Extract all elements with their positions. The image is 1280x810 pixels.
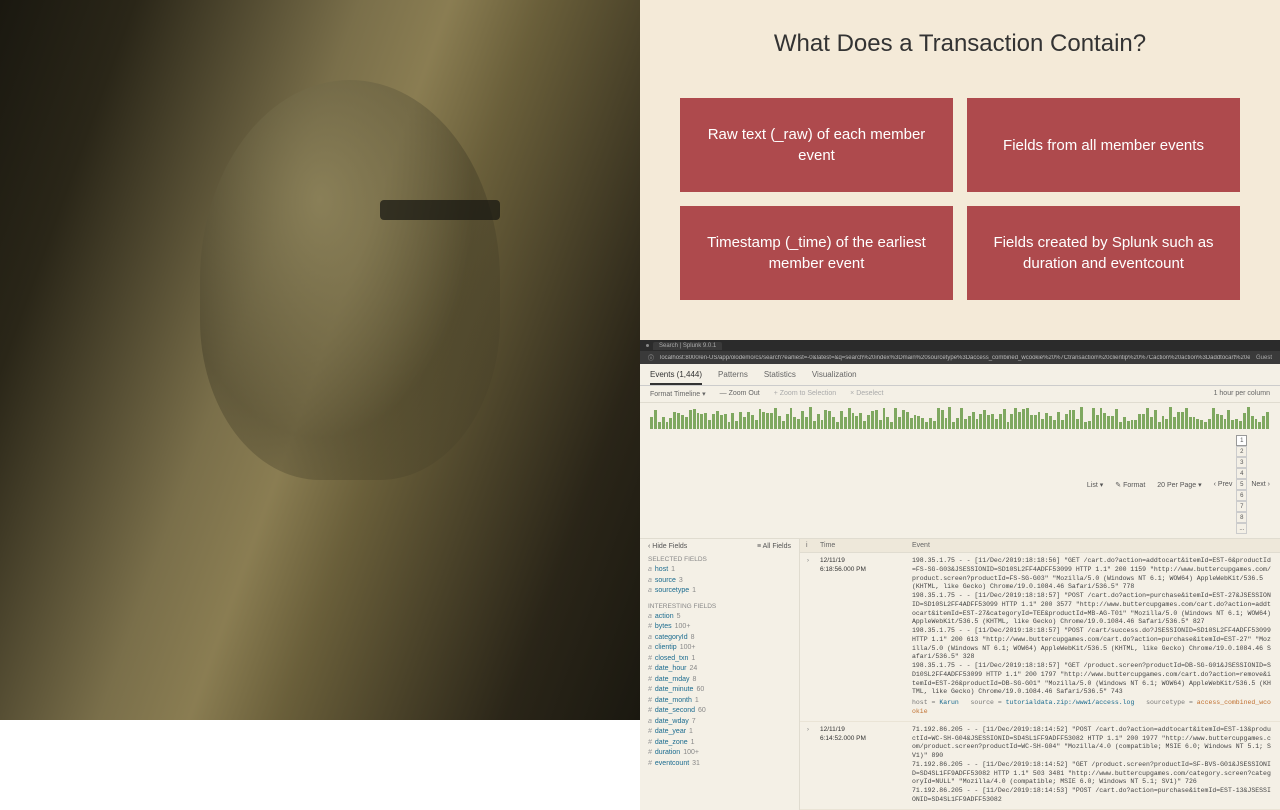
field-date_month[interactable]: # date_month 1: [648, 696, 791, 707]
field-clientip[interactable]: a clientip 100+: [648, 643, 791, 654]
tab-events[interactable]: Events (1,444): [650, 370, 702, 385]
browser-tab[interactable]: Search | Splunk 9.0.1: [653, 342, 722, 350]
per-page-button[interactable]: 20 Per Page ▾: [1157, 481, 1201, 489]
event-row[interactable]: ›12/11/196:18:56.000 PM198.35.1.75 - - […: [800, 553, 1280, 722]
zoom-selection-button[interactable]: + Zoom to Selection: [774, 390, 836, 398]
list-controls: List ▾ ✎ Format 20 Per Page ▾ ‹ Prev 123…: [640, 431, 1280, 539]
pager: ‹ Prev 12345678... Next ›: [1214, 435, 1270, 534]
format-timeline-button[interactable]: Format Timeline ▾: [650, 390, 706, 398]
interesting-fields-title: Interesting Fields: [648, 603, 791, 610]
browser-tab-bar: Search | Splunk 9.0.1: [640, 340, 1280, 351]
field-date_zone[interactable]: # date_zone 1: [648, 738, 791, 749]
all-fields-button[interactable]: ≡ All Fields: [757, 543, 791, 550]
next-button[interactable]: Next ›: [1251, 481, 1270, 488]
timeline-controls: Format Timeline ▾ — Zoom Out + Zoom to S…: [640, 386, 1280, 403]
field-duration[interactable]: # duration 100+: [648, 748, 791, 759]
card-timestamp: Timestamp (_time) of the earliest member…: [680, 206, 953, 300]
col-i[interactable]: i: [806, 542, 820, 549]
page-5[interactable]: 5: [1236, 479, 1247, 490]
guest-badge[interactable]: Guest: [1256, 355, 1272, 361]
timeline-chart[interactable]: [650, 407, 1270, 429]
field-date_minute[interactable]: # date_minute 60: [648, 685, 791, 696]
expand-icon[interactable]: ›: [806, 726, 820, 805]
col-time[interactable]: Time: [820, 542, 912, 549]
selected-fields-title: Selected Fields: [648, 556, 791, 563]
page-4[interactable]: 4: [1236, 468, 1247, 479]
field-eventcount[interactable]: # eventcount 31: [648, 759, 791, 770]
card-fields: Fields from all member events: [967, 98, 1240, 192]
presenter-photo: [0, 0, 640, 720]
field-closed_txn[interactable]: # closed_txn 1: [648, 654, 791, 665]
hide-fields-button[interactable]: ‹ Hide Fields: [648, 543, 687, 550]
result-tabs: Events (1,444) Patterns Statistics Visua…: [640, 364, 1280, 386]
field-date_wday[interactable]: a date_wday 7: [648, 717, 791, 728]
field-date_mday[interactable]: # date_mday 8: [648, 675, 791, 686]
list-mode-button[interactable]: List ▾: [1087, 481, 1103, 489]
field-date_year[interactable]: # date_year 1: [648, 727, 791, 738]
splunk-screenshot: Search | Splunk 9.0.1 ⓘ localhost:8000/e…: [640, 340, 1280, 810]
field-categoryId[interactable]: a categoryId 8: [648, 633, 791, 644]
results-content: ‹ Hide Fields ≡ All Fields Selected Fiel…: [640, 539, 1280, 810]
timeline-note: 1 hour per column: [1214, 390, 1270, 398]
field-date_second[interactable]: # date_second 60: [648, 706, 791, 717]
expand-icon[interactable]: ›: [806, 557, 820, 717]
browser-url-bar[interactable]: ⓘ localhost:8000/en-US/app/olodemo/cs/se…: [640, 351, 1280, 364]
tab-patterns[interactable]: Patterns: [718, 370, 748, 385]
window-dot: [646, 344, 649, 347]
field-bytes[interactable]: # bytes 100+: [648, 622, 791, 633]
event-raw: 198.35.1.75 - - [11/Dec/2019:18:18:56] "…: [912, 557, 1274, 717]
page-2[interactable]: 2: [1236, 446, 1247, 457]
col-event[interactable]: Event: [912, 542, 1274, 549]
tab-visualization[interactable]: Visualization: [812, 370, 857, 385]
page-7[interactable]: 7: [1236, 501, 1247, 512]
event-raw: 71.192.86.205 - - [11/Dec/2019:18:14:52]…: [912, 726, 1274, 805]
fields-sidebar: ‹ Hide Fields ≡ All Fields Selected Fiel…: [640, 539, 800, 810]
page-...[interactable]: ...: [1236, 523, 1247, 534]
page-3[interactable]: 3: [1236, 457, 1247, 468]
events-header: i Time Event: [800, 539, 1280, 553]
events-list: i Time Event ›12/11/196:18:56.000 PM198.…: [800, 539, 1280, 810]
slide-title: What Does a Transaction Contain?: [680, 30, 1240, 58]
format-button[interactable]: ✎ Format: [1115, 481, 1145, 489]
card-created: Fields created by Splunk such as duratio…: [967, 206, 1240, 300]
right-panel: What Does a Transaction Contain? Raw tex…: [640, 0, 1280, 720]
event-row[interactable]: ›12/11/196:14:52.000 PM71.192.86.205 - -…: [800, 722, 1280, 810]
prev-button[interactable]: ‹ Prev: [1214, 481, 1233, 488]
field-source[interactable]: a source 3: [648, 576, 791, 587]
slide: What Does a Transaction Contain? Raw tex…: [640, 0, 1280, 340]
event-time: 12/11/196:18:56.000 PM: [820, 557, 912, 717]
tab-statistics[interactable]: Statistics: [764, 370, 796, 385]
page-6[interactable]: 6: [1236, 490, 1247, 501]
event-time: 12/11/196:14:52.000 PM: [820, 726, 912, 805]
page-1[interactable]: 1: [1236, 435, 1247, 446]
lock-icon: ⓘ: [648, 353, 654, 362]
page-8[interactable]: 8: [1236, 512, 1247, 523]
deselect-button[interactable]: × Deselect: [850, 390, 883, 398]
field-sourcetype[interactable]: a sourcetype 1: [648, 586, 791, 597]
field-action[interactable]: a action 5: [648, 612, 791, 623]
url-text: localhost:8000/en-US/app/olodemo/cs/sear…: [660, 355, 1250, 361]
field-host[interactable]: a host 1: [648, 565, 791, 576]
card-raw: Raw text (_raw) of each member event: [680, 98, 953, 192]
field-date_hour[interactable]: # date_hour 24: [648, 664, 791, 675]
slide-cards: Raw text (_raw) of each member event Fie…: [680, 98, 1240, 300]
zoom-out-button[interactable]: — Zoom Out: [720, 390, 760, 398]
